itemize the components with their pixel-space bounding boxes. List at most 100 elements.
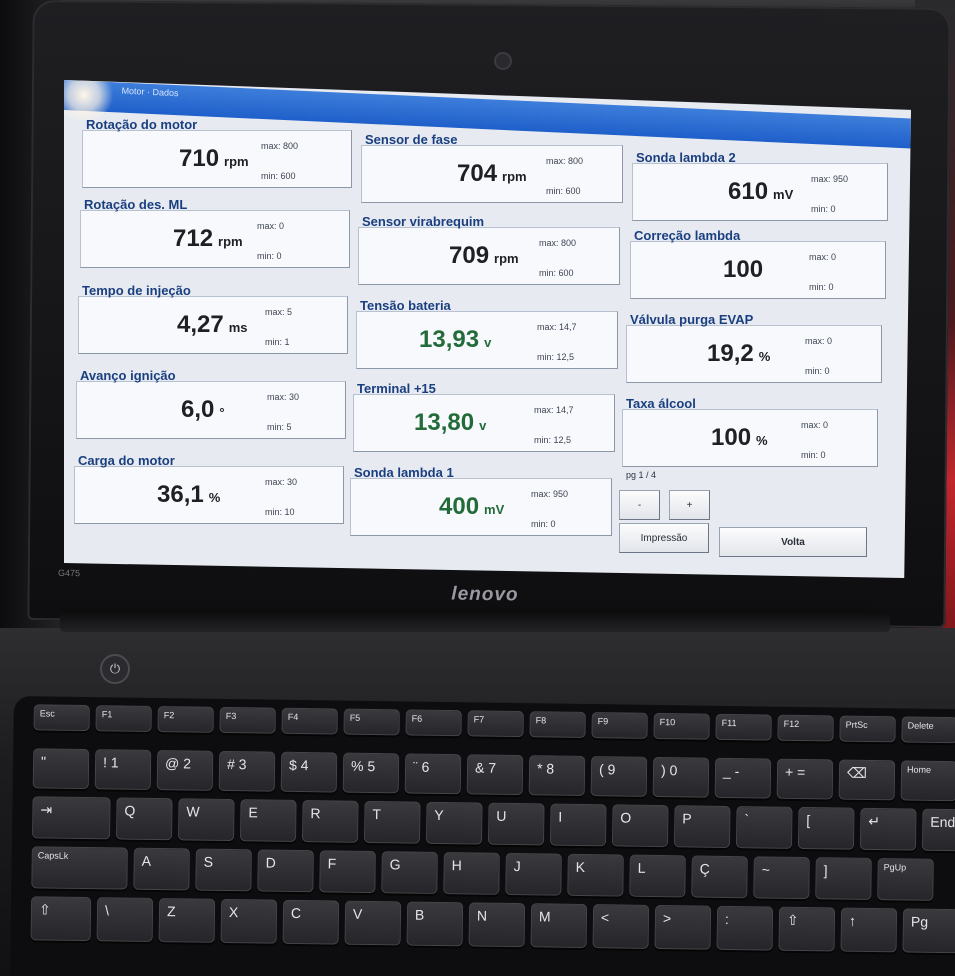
key-label: F9 bbox=[597, 716, 609, 727]
gauge-value-number: 710 bbox=[179, 145, 220, 172]
key-0-0[interactable]: Esc bbox=[33, 704, 90, 732]
power-icon[interactable]: ⏻ bbox=[100, 654, 130, 684]
key-label: * 8 bbox=[536, 760, 555, 777]
key-2-5[interactable]: T bbox=[363, 800, 421, 844]
gauge-box: 709 rpm max: 800 min: 600 bbox=[358, 227, 620, 285]
gauge-value-number: 100 bbox=[711, 424, 752, 451]
key-2-6[interactable]: Y bbox=[425, 801, 483, 845]
key-0-8[interactable]: F8 bbox=[529, 711, 586, 738]
key-0-13[interactable]: PrtSc bbox=[839, 715, 896, 743]
key-2-0[interactable]: ⇥ bbox=[32, 796, 111, 840]
laptop-hinge bbox=[60, 610, 890, 632]
gauge-box: 13,80 v max: 14,7 min: 12,5 bbox=[353, 394, 615, 452]
key-4-2[interactable]: Z bbox=[158, 898, 216, 943]
print-button[interactable]: Impressão bbox=[619, 523, 709, 553]
key-1-1[interactable]: ! 1 bbox=[94, 749, 152, 790]
key-1-11[interactable]: _ - bbox=[714, 757, 772, 799]
key-2-1[interactable]: Q bbox=[116, 797, 173, 841]
key-3-2[interactable]: S bbox=[195, 848, 252, 892]
key-2-14[interactable]: End bbox=[921, 808, 955, 852]
key-0-7[interactable]: F7 bbox=[467, 710, 524, 738]
key-3-1[interactable]: A bbox=[133, 847, 190, 891]
key-3-13[interactable]: PgUp bbox=[877, 858, 934, 901]
key-4-6[interactable]: B bbox=[406, 901, 464, 947]
key-2-13[interactable]: ↵ bbox=[859, 807, 917, 851]
key-4-7[interactable]: N bbox=[468, 902, 526, 948]
key-2-11[interactable]: ` bbox=[735, 806, 793, 849]
key-1-7[interactable]: & 7 bbox=[466, 754, 524, 796]
key-label: < bbox=[600, 909, 610, 926]
key-1-13[interactable]: ⌫ bbox=[838, 759, 896, 801]
key-2-7[interactable]: U bbox=[487, 802, 545, 846]
gauge-value-number: 709 bbox=[449, 242, 490, 269]
key-4-0[interactable]: ⇧ bbox=[30, 896, 92, 942]
key-0-10[interactable]: F10 bbox=[653, 712, 710, 740]
key-4-3[interactable]: X bbox=[220, 898, 278, 944]
key-0-2[interactable]: F2 bbox=[157, 706, 214, 733]
key-1-3[interactable]: # 3 bbox=[218, 750, 276, 792]
key-label: K bbox=[575, 858, 586, 875]
back-button[interactable]: Volta bbox=[719, 527, 867, 557]
key-1-2[interactable]: @ 2 bbox=[156, 750, 214, 791]
key-3-12[interactable]: ] bbox=[815, 857, 872, 900]
key-4-13[interactable]: ↑ bbox=[840, 907, 898, 953]
key-3-6[interactable]: H bbox=[443, 852, 500, 895]
key-label: + = bbox=[784, 763, 806, 781]
key-3-9[interactable]: L bbox=[629, 854, 686, 898]
key-0-1[interactable]: F1 bbox=[95, 705, 152, 732]
key-2-8[interactable]: I bbox=[549, 803, 607, 847]
key-2-10[interactable]: P bbox=[673, 805, 731, 849]
key-label: U bbox=[496, 807, 507, 824]
key-0-3[interactable]: F3 bbox=[219, 706, 276, 734]
gauge-box: 6,0 ° max: 30 min: 5 bbox=[76, 381, 346, 439]
key-1-0[interactable]: " bbox=[32, 748, 90, 790]
key-4-14[interactable]: Pg bbox=[902, 908, 955, 954]
key-3-8[interactable]: K bbox=[567, 853, 624, 897]
key-1-5[interactable]: % 5 bbox=[342, 752, 400, 794]
gauge-max: max: 800 bbox=[546, 156, 584, 166]
key-0-14[interactable]: Delete bbox=[901, 716, 955, 744]
key-1-12[interactable]: + = bbox=[776, 758, 834, 800]
key-1-14[interactable]: Home bbox=[900, 760, 955, 802]
key-4-5[interactable]: V bbox=[344, 900, 402, 946]
gauge-min: min: 10 bbox=[265, 507, 295, 517]
key-4-12[interactable]: ⇧ bbox=[778, 906, 836, 952]
key-4-4[interactable]: C bbox=[282, 899, 340, 945]
key-3-5[interactable]: G bbox=[381, 851, 438, 894]
key-1-10[interactable]: ) 0 bbox=[652, 756, 710, 798]
key-1-6[interactable]: ¨ 6 bbox=[404, 753, 462, 795]
key-3-7[interactable]: J bbox=[505, 852, 562, 896]
prev-page-button[interactable]: - bbox=[619, 490, 660, 520]
key-label: A bbox=[141, 852, 152, 869]
gauge-min: min: 600 bbox=[539, 268, 574, 278]
key-3-3[interactable]: D bbox=[257, 849, 314, 893]
gauge-max: max: 0 bbox=[801, 420, 829, 430]
key-1-8[interactable]: * 8 bbox=[528, 755, 586, 796]
next-page-button[interactable]: + bbox=[669, 490, 710, 520]
key-3-4[interactable]: F bbox=[319, 850, 376, 894]
key-0-5[interactable]: F5 bbox=[343, 708, 400, 736]
key-1-9[interactable]: ( 9 bbox=[590, 756, 648, 797]
key-2-2[interactable]: W bbox=[178, 798, 235, 842]
key-4-11[interactable]: : bbox=[716, 905, 774, 951]
key-2-3[interactable]: E bbox=[239, 799, 297, 842]
key-4-10[interactable]: > bbox=[654, 904, 712, 950]
key-3-0[interactable]: CapsLk bbox=[31, 846, 128, 890]
key-1-4[interactable]: $ 4 bbox=[280, 751, 338, 793]
key-0-12[interactable]: F12 bbox=[777, 714, 834, 742]
key-label: L bbox=[637, 859, 646, 876]
key-0-9[interactable]: F9 bbox=[591, 712, 648, 739]
key-2-12[interactable]: [ bbox=[797, 806, 855, 850]
key-4-9[interactable]: < bbox=[592, 904, 650, 949]
key-3-11[interactable]: ~ bbox=[753, 856, 810, 900]
gauge-value-number: 13,93 bbox=[419, 326, 480, 353]
key-4-8[interactable]: M bbox=[530, 903, 588, 949]
key-label: Z bbox=[166, 903, 176, 920]
key-0-6[interactable]: F6 bbox=[405, 709, 462, 737]
key-0-11[interactable]: F11 bbox=[715, 713, 772, 741]
key-0-4[interactable]: F4 bbox=[281, 707, 338, 735]
key-2-4[interactable]: R bbox=[301, 800, 359, 843]
key-2-9[interactable]: O bbox=[611, 804, 669, 848]
key-3-10[interactable]: Ç bbox=[691, 855, 748, 899]
key-4-1[interactable]: \ bbox=[96, 897, 154, 942]
